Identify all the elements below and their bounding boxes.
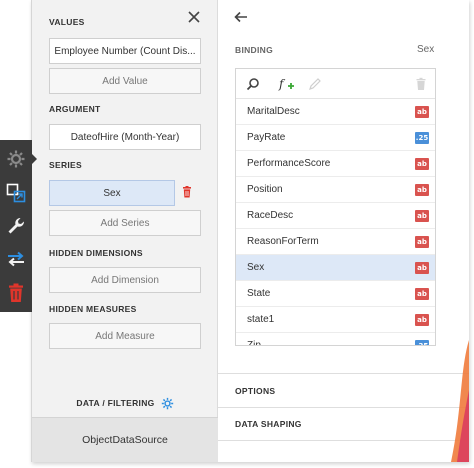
field-list-item[interactable]: MaritalDesc ab (236, 99, 435, 125)
values-section-title: VALUES (49, 17, 85, 27)
field-list-item[interactable]: Sex ab (236, 255, 435, 281)
add-value-button[interactable]: Add Value (49, 68, 201, 94)
field-name: RaceDesc (247, 210, 294, 221)
toolbar-settings[interactable] (0, 142, 32, 175)
field-name: state1 (247, 314, 275, 325)
field-list: f MaritalDesc ab PayRate .25 PerformanceScor… (235, 68, 436, 346)
hidden-dimensions-section-title: HIDDEN DIMENSIONS (49, 248, 143, 258)
string-type-badge: ab (415, 236, 429, 248)
edit-pencil-icon[interactable] (308, 77, 322, 91)
string-type-badge: ab (415, 314, 429, 326)
hidden-measures-section-title: HIDDEN MEASURES (49, 304, 137, 314)
field-name: MaritalDesc (247, 106, 300, 117)
toolbar-binding[interactable] (0, 176, 32, 209)
background-decoration (451, 340, 469, 462)
field-name: ReasonForTerm (247, 236, 319, 247)
gear-icon[interactable] (161, 397, 174, 410)
string-type-badge: ab (415, 288, 429, 300)
field-list-toolbar: f (236, 69, 435, 99)
data-shaping-section-label: DATA SHAPING (235, 419, 302, 429)
svg-text:f: f (278, 77, 286, 91)
number-type-badge: .25 (415, 132, 429, 144)
field-list-item[interactable]: PayRate .25 (236, 125, 435, 151)
data-filtering-header[interactable]: DATA / FILTERING (32, 390, 218, 416)
values-field[interactable]: Employee Number (Count Dis... (49, 38, 201, 64)
string-type-badge: ab (415, 106, 429, 118)
field-name: PayRate (247, 132, 286, 143)
field-name: Zip (247, 340, 261, 346)
field-list-item[interactable]: State ab (236, 281, 435, 307)
toolbar-delete[interactable] (0, 276, 32, 309)
series-field[interactable]: Sex (49, 180, 175, 206)
add-series-button[interactable]: Add Series (49, 210, 201, 236)
back-arrow-icon[interactable] (233, 9, 249, 25)
add-dimension-button[interactable]: Add Dimension (49, 267, 201, 293)
field-list-item[interactable]: ReasonForTerm ab (236, 229, 435, 255)
argument-section-title: ARGUMENT (49, 104, 101, 114)
datasource-button[interactable]: ObjectDataSource (32, 417, 218, 462)
field-list-item[interactable]: Position ab (236, 177, 435, 203)
field-name: Sex (247, 262, 265, 273)
delete-field-icon[interactable] (414, 77, 428, 91)
field-name: Position (247, 184, 283, 195)
argument-field[interactable]: DateofHire (Month-Year) (49, 124, 201, 150)
field-name: State (247, 288, 271, 299)
swap-icon (8, 251, 24, 266)
field-list-item[interactable]: state1 ab (236, 307, 435, 333)
add-calculated-field-icon[interactable]: f (278, 77, 296, 91)
field-list-scrollbar[interactable] (434, 99, 435, 345)
field-list-item[interactable]: PerformanceScore ab (236, 151, 435, 177)
options-section-label: OPTIONS (235, 385, 276, 396)
string-type-badge: ab (415, 158, 429, 170)
string-type-badge: ab (415, 184, 429, 196)
series-section-title: SERIES (49, 160, 82, 170)
data-shaping-section-header[interactable]: DATA SHAPING (218, 407, 469, 441)
toolbar-active-indicator (31, 153, 37, 165)
search-icon[interactable] (246, 77, 260, 91)
dashboard-designer-window: VALUES Employee Number (Count Dis... Add… (0, 0, 474, 468)
field-list-item[interactable]: Zip .25 (236, 333, 435, 346)
close-icon[interactable] (186, 9, 202, 25)
field-name: PerformanceScore (247, 158, 331, 169)
toolbar-convert[interactable] (0, 242, 32, 275)
string-type-badge: ab (415, 262, 429, 274)
number-type-badge: .25 (415, 340, 429, 345)
gear-icon (7, 150, 25, 167)
options-section-header[interactable]: OPTIONS (218, 373, 469, 407)
trash-icon (9, 283, 23, 302)
wrench-icon (8, 217, 25, 233)
designer-toolbar (0, 140, 32, 312)
data-filtering-label: DATA / FILTERING (76, 398, 155, 408)
binding-current-value: Sex (417, 44, 435, 55)
string-type-badge: ab (415, 210, 429, 222)
field-list-item[interactable]: RaceDesc ab (236, 203, 435, 229)
delete-series-icon[interactable] (181, 186, 193, 198)
binding-section-title: BINDING (235, 45, 273, 55)
binding-icon (6, 183, 26, 202)
add-measure-button[interactable]: Add Measure (49, 323, 201, 349)
toolbar-properties[interactable] (0, 209, 32, 242)
